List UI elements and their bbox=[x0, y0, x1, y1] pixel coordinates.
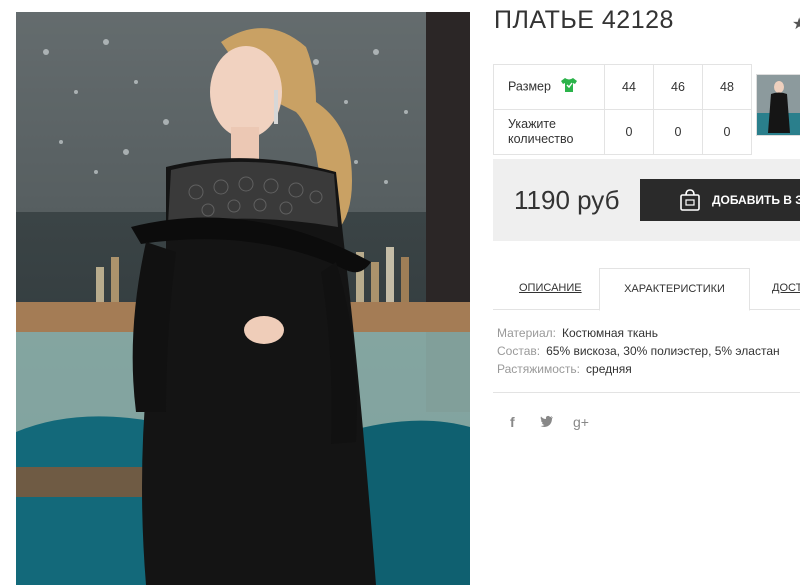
facebook-icon[interactable]: f bbox=[510, 414, 515, 430]
quantity-label: Укажите количество bbox=[493, 109, 605, 155]
spec-key: Состав: bbox=[497, 344, 541, 358]
quantity-input[interactable]: 0 bbox=[653, 109, 703, 155]
size-label-cell: Размер bbox=[493, 64, 605, 110]
product-thumbnail[interactable] bbox=[756, 74, 800, 136]
tshirt-icon[interactable] bbox=[560, 77, 578, 97]
google-plus-icon[interactable]: g+ bbox=[573, 414, 589, 430]
product-photo-illustration bbox=[16, 12, 470, 585]
tab-delivery[interactable]: ДОСТАВКА bbox=[772, 268, 800, 309]
star-icon[interactable]: ★ bbox=[792, 14, 800, 34]
size-option[interactable]: 46 bbox=[653, 64, 703, 110]
add-to-cart-label: ДОБАВИТЬ В ЗАКАЗ bbox=[712, 193, 800, 207]
size-option[interactable]: 48 bbox=[702, 64, 752, 110]
spec-key: Материал: bbox=[497, 326, 556, 340]
add-to-cart-button[interactable]: ДОБАВИТЬ В ЗАКАЗ bbox=[640, 179, 800, 221]
tab-characteristics[interactable]: ХАРАКТЕРИСТИКИ bbox=[599, 268, 750, 311]
spec-value: 65% вискоза, 30% полиэстер, 5% эластан bbox=[546, 344, 780, 358]
tab-description[interactable]: ОПИСАНИЕ bbox=[519, 268, 582, 309]
price-box: 1190 руб ДОБАВИТЬ В ЗАКАЗ bbox=[493, 159, 800, 241]
twitter-icon[interactable] bbox=[540, 414, 554, 430]
specs-list: Материал: Костюмная ткань Состав: 65% виск… bbox=[497, 324, 780, 378]
quantity-input[interactable]: 0 bbox=[702, 109, 752, 155]
size-label: Размер bbox=[508, 79, 551, 94]
product-title: ПЛАТЬЕ 42128 bbox=[494, 6, 674, 34]
size-option[interactable]: 44 bbox=[604, 64, 654, 110]
product-tabs: ОПИСАНИЕ ХАРАКТЕРИСТИКИ ДОСТАВКА bbox=[493, 268, 800, 311]
shopping-bag-icon bbox=[678, 188, 702, 215]
spec-value: средняя bbox=[586, 362, 632, 376]
divider bbox=[493, 392, 800, 393]
spec-row: Состав: 65% вискоза, 30% полиэстер, 5% эл… bbox=[497, 342, 780, 360]
size-row: Размер 44 46 48 bbox=[493, 64, 752, 110]
spec-value: Костюмная ткань bbox=[561, 326, 658, 340]
product-price: 1190 руб bbox=[514, 185, 620, 215]
thumbnail-illustration bbox=[757, 75, 800, 135]
spec-row: Материал: Костюмная ткань bbox=[497, 324, 780, 342]
spec-row: Растяжимость: средняя bbox=[497, 360, 780, 378]
spec-key: Растяжимость: bbox=[497, 362, 581, 376]
quantity-row: Укажите количество 0 0 0 bbox=[493, 109, 752, 155]
size-quantity-table: Размер 44 46 48 Укажите количество 0 0 0 bbox=[493, 64, 752, 155]
quantity-input[interactable]: 0 bbox=[604, 109, 654, 155]
product-main-photo[interactable] bbox=[16, 12, 470, 585]
